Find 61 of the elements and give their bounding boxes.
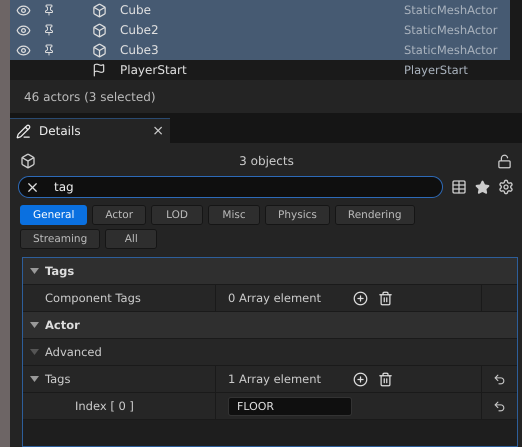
actor-type: StaticMeshActor [404, 3, 498, 17]
outliner-row[interactable]: Cube StaticMeshActor [10, 0, 510, 20]
pencil-icon [16, 124, 31, 138]
search-field[interactable]: tag [18, 176, 443, 198]
object-count: 3 objects [238, 154, 295, 168]
actor-type: PlayerStart [404, 63, 468, 77]
property-label: Index [ 0 ] [75, 399, 134, 413]
details-tab[interactable]: Details × [10, 118, 170, 143]
array-count: 0 Array element [228, 291, 322, 305]
expanded-caret-icon[interactable] [30, 376, 38, 382]
actor-name: Cube2 [120, 23, 160, 37]
outliner-row[interactable]: Cube2 StaticMeshActor [10, 20, 510, 40]
pin-icon [43, 4, 55, 16]
outliner-row[interactable]: PlayerStart PlayerStart [10, 60, 510, 80]
expanded-caret-icon[interactable] [30, 268, 38, 274]
cube-icon [92, 22, 106, 38]
outliner-row[interactable]: Cube3 StaticMeshActor [10, 40, 510, 60]
cube-icon [20, 153, 36, 169]
table-icon[interactable] [451, 179, 467, 195]
property-label: Tags [45, 372, 70, 386]
filter-button[interactable]: Actor [92, 205, 146, 225]
reset-arrow-icon[interactable] [493, 372, 506, 386]
trash-icon[interactable] [378, 290, 393, 306]
reset-arrow-icon[interactable] [493, 400, 506, 412]
section-title: Actor [45, 318, 80, 332]
cube-icon [92, 42, 106, 58]
pin-icon [43, 24, 55, 36]
actor-name: Cube3 [120, 43, 160, 57]
actor-name: Cube [120, 3, 152, 17]
unlock-icon[interactable] [497, 154, 512, 168]
filter-button[interactable]: Physics [265, 205, 330, 225]
filter-button[interactable]: Rendering [334, 205, 414, 225]
eye-icon [16, 42, 30, 58]
filter-button[interactable]: All [105, 229, 158, 249]
tab-title: Details [39, 124, 82, 138]
actor-type: StaticMeshActor [404, 43, 498, 57]
close-button[interactable]: × [152, 123, 164, 139]
filter-button[interactable]: LOD [151, 205, 204, 225]
add-icon[interactable] [353, 290, 368, 306]
actor-type: StaticMeshActor [404, 23, 498, 37]
tag-input-field[interactable]: FLOOR [228, 396, 352, 416]
add-icon[interactable] [353, 372, 368, 386]
group-label: Advanced [45, 345, 102, 359]
expanded-caret-icon[interactable] [30, 322, 38, 328]
array-count: 1 Array element [228, 372, 322, 386]
cube-icon [92, 2, 106, 18]
eye-icon [16, 2, 30, 18]
pin-icon [43, 44, 55, 56]
settings-icon[interactable] [498, 179, 514, 195]
flag-icon [92, 63, 106, 77]
eye-icon [16, 22, 30, 38]
actor-name: PlayerStart [120, 63, 188, 77]
filter-button[interactable]: General [20, 205, 88, 225]
trash-icon[interactable] [378, 372, 393, 386]
search-input[interactable]: tag [52, 179, 442, 195]
property-label: Component Tags [45, 291, 141, 305]
filter-button[interactable]: Streaming [20, 229, 100, 249]
filter-button[interactable]: Misc [208, 205, 260, 225]
status-bar: 46 actors (3 selected) [10, 80, 522, 113]
section-title: Tags [45, 264, 74, 278]
star-icon[interactable] [475, 180, 490, 194]
